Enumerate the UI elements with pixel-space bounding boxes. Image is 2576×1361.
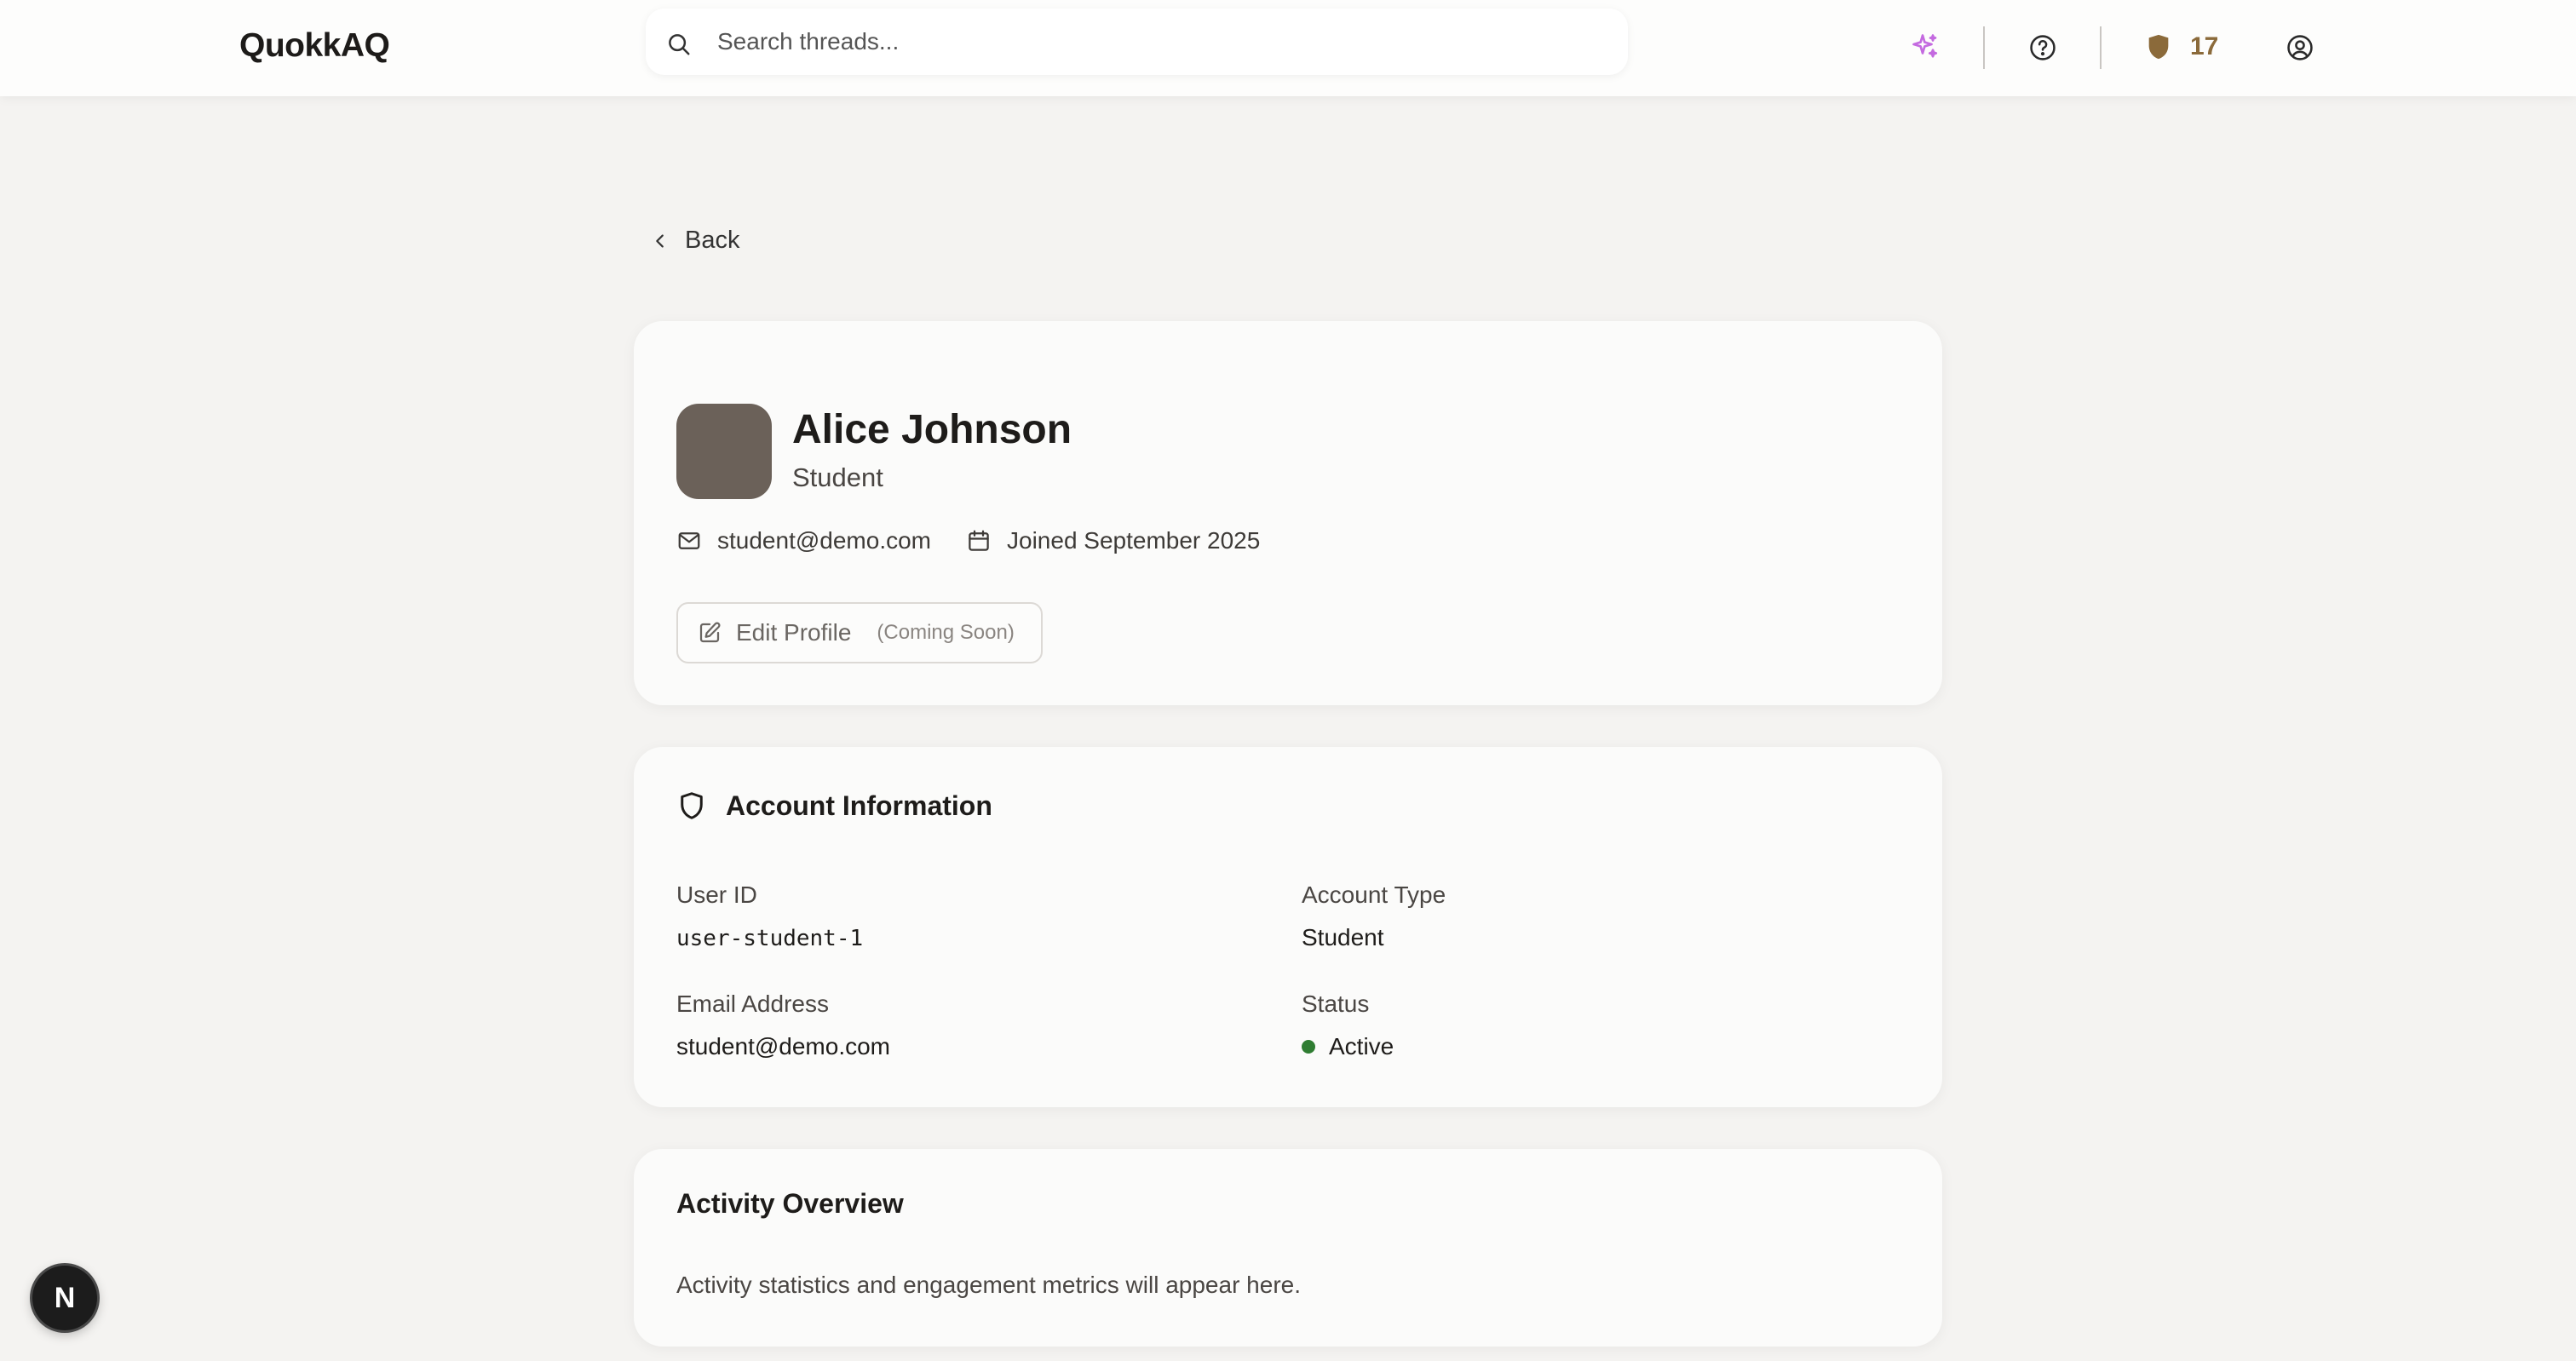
mail-icon — [678, 532, 700, 549]
account-information-card: Account Information User ID user-student… — [634, 747, 1942, 1107]
profile-email-row: student@demo.com — [676, 527, 931, 554]
search-input[interactable] — [716, 24, 1605, 60]
points-count: 17 — [2190, 32, 2219, 60]
shield-badge-icon — [2148, 34, 2169, 60]
activity-overview-card: Activity Overview Activity statistics an… — [634, 1149, 1942, 1347]
account-information-heading: Account Information — [676, 790, 992, 822]
user-circle-icon — [2287, 35, 2313, 60]
sparkles-icon — [1912, 34, 1938, 58]
help-circle-icon — [2030, 35, 2056, 60]
profile-email: student@demo.com — [717, 527, 931, 554]
account-type-value: Student — [1302, 924, 1384, 950]
calendar-icon — [969, 530, 989, 551]
back-link[interactable]: Back — [651, 227, 739, 255]
help-button[interactable] — [2026, 31, 2060, 65]
edit-profile-label: Edit Profile — [736, 619, 852, 646]
status-dot-icon — [1302, 1039, 1315, 1054]
search-icon — [669, 34, 690, 55]
activity-overview-heading: Activity Overview — [676, 1188, 904, 1219]
app-logo[interactable]: QuokkAQ — [239, 27, 390, 65]
account-type-label: Account Type — [1302, 881, 1446, 908]
email-address-value: student@demo.com — [676, 1033, 890, 1060]
activity-placeholder-text: Activity statistics and engagement metri… — [676, 1272, 1301, 1298]
ai-assistant-button[interactable] — [1908, 30, 1942, 64]
back-label: Back — [685, 227, 740, 254]
profile-joined-row: Joined September 2025 — [966, 527, 1260, 554]
edit-icon — [699, 622, 721, 643]
user-id-value: user-student-1 — [676, 926, 864, 951]
search-box[interactable] — [646, 9, 1628, 75]
header-divider — [2100, 26, 2102, 69]
shield-icon — [681, 792, 703, 819]
account-menu-button[interactable] — [2283, 31, 2317, 65]
status-value: Active — [1302, 1033, 1394, 1060]
chevron-left-icon — [656, 233, 664, 248]
points-badge[interactable]: 17 — [2144, 30, 2218, 64]
avatar — [676, 404, 772, 499]
top-navigation-bar: QuokkAQ 17 — [0, 0, 2576, 96]
status-text: Active — [1329, 1033, 1394, 1060]
nextjs-dev-badge[interactable]: N — [32, 1266, 97, 1330]
coming-soon-note: (Coming Soon) — [877, 621, 1015, 644]
profile-joined: Joined September 2025 — [1007, 527, 1261, 554]
profile-name: Alice Johnson — [792, 407, 1072, 452]
email-address-label: Email Address — [676, 991, 829, 1017]
user-id-label: User ID — [676, 881, 757, 908]
profile-role: Student — [792, 462, 883, 492]
status-label: Status — [1302, 991, 1370, 1017]
profile-card: Alice Johnson Student student@demo.com J… — [634, 321, 1942, 705]
edit-profile-button[interactable]: Edit Profile (Coming Soon) — [676, 602, 1043, 663]
account-information-title: Account Information — [726, 790, 992, 821]
header-divider — [1983, 26, 1985, 69]
